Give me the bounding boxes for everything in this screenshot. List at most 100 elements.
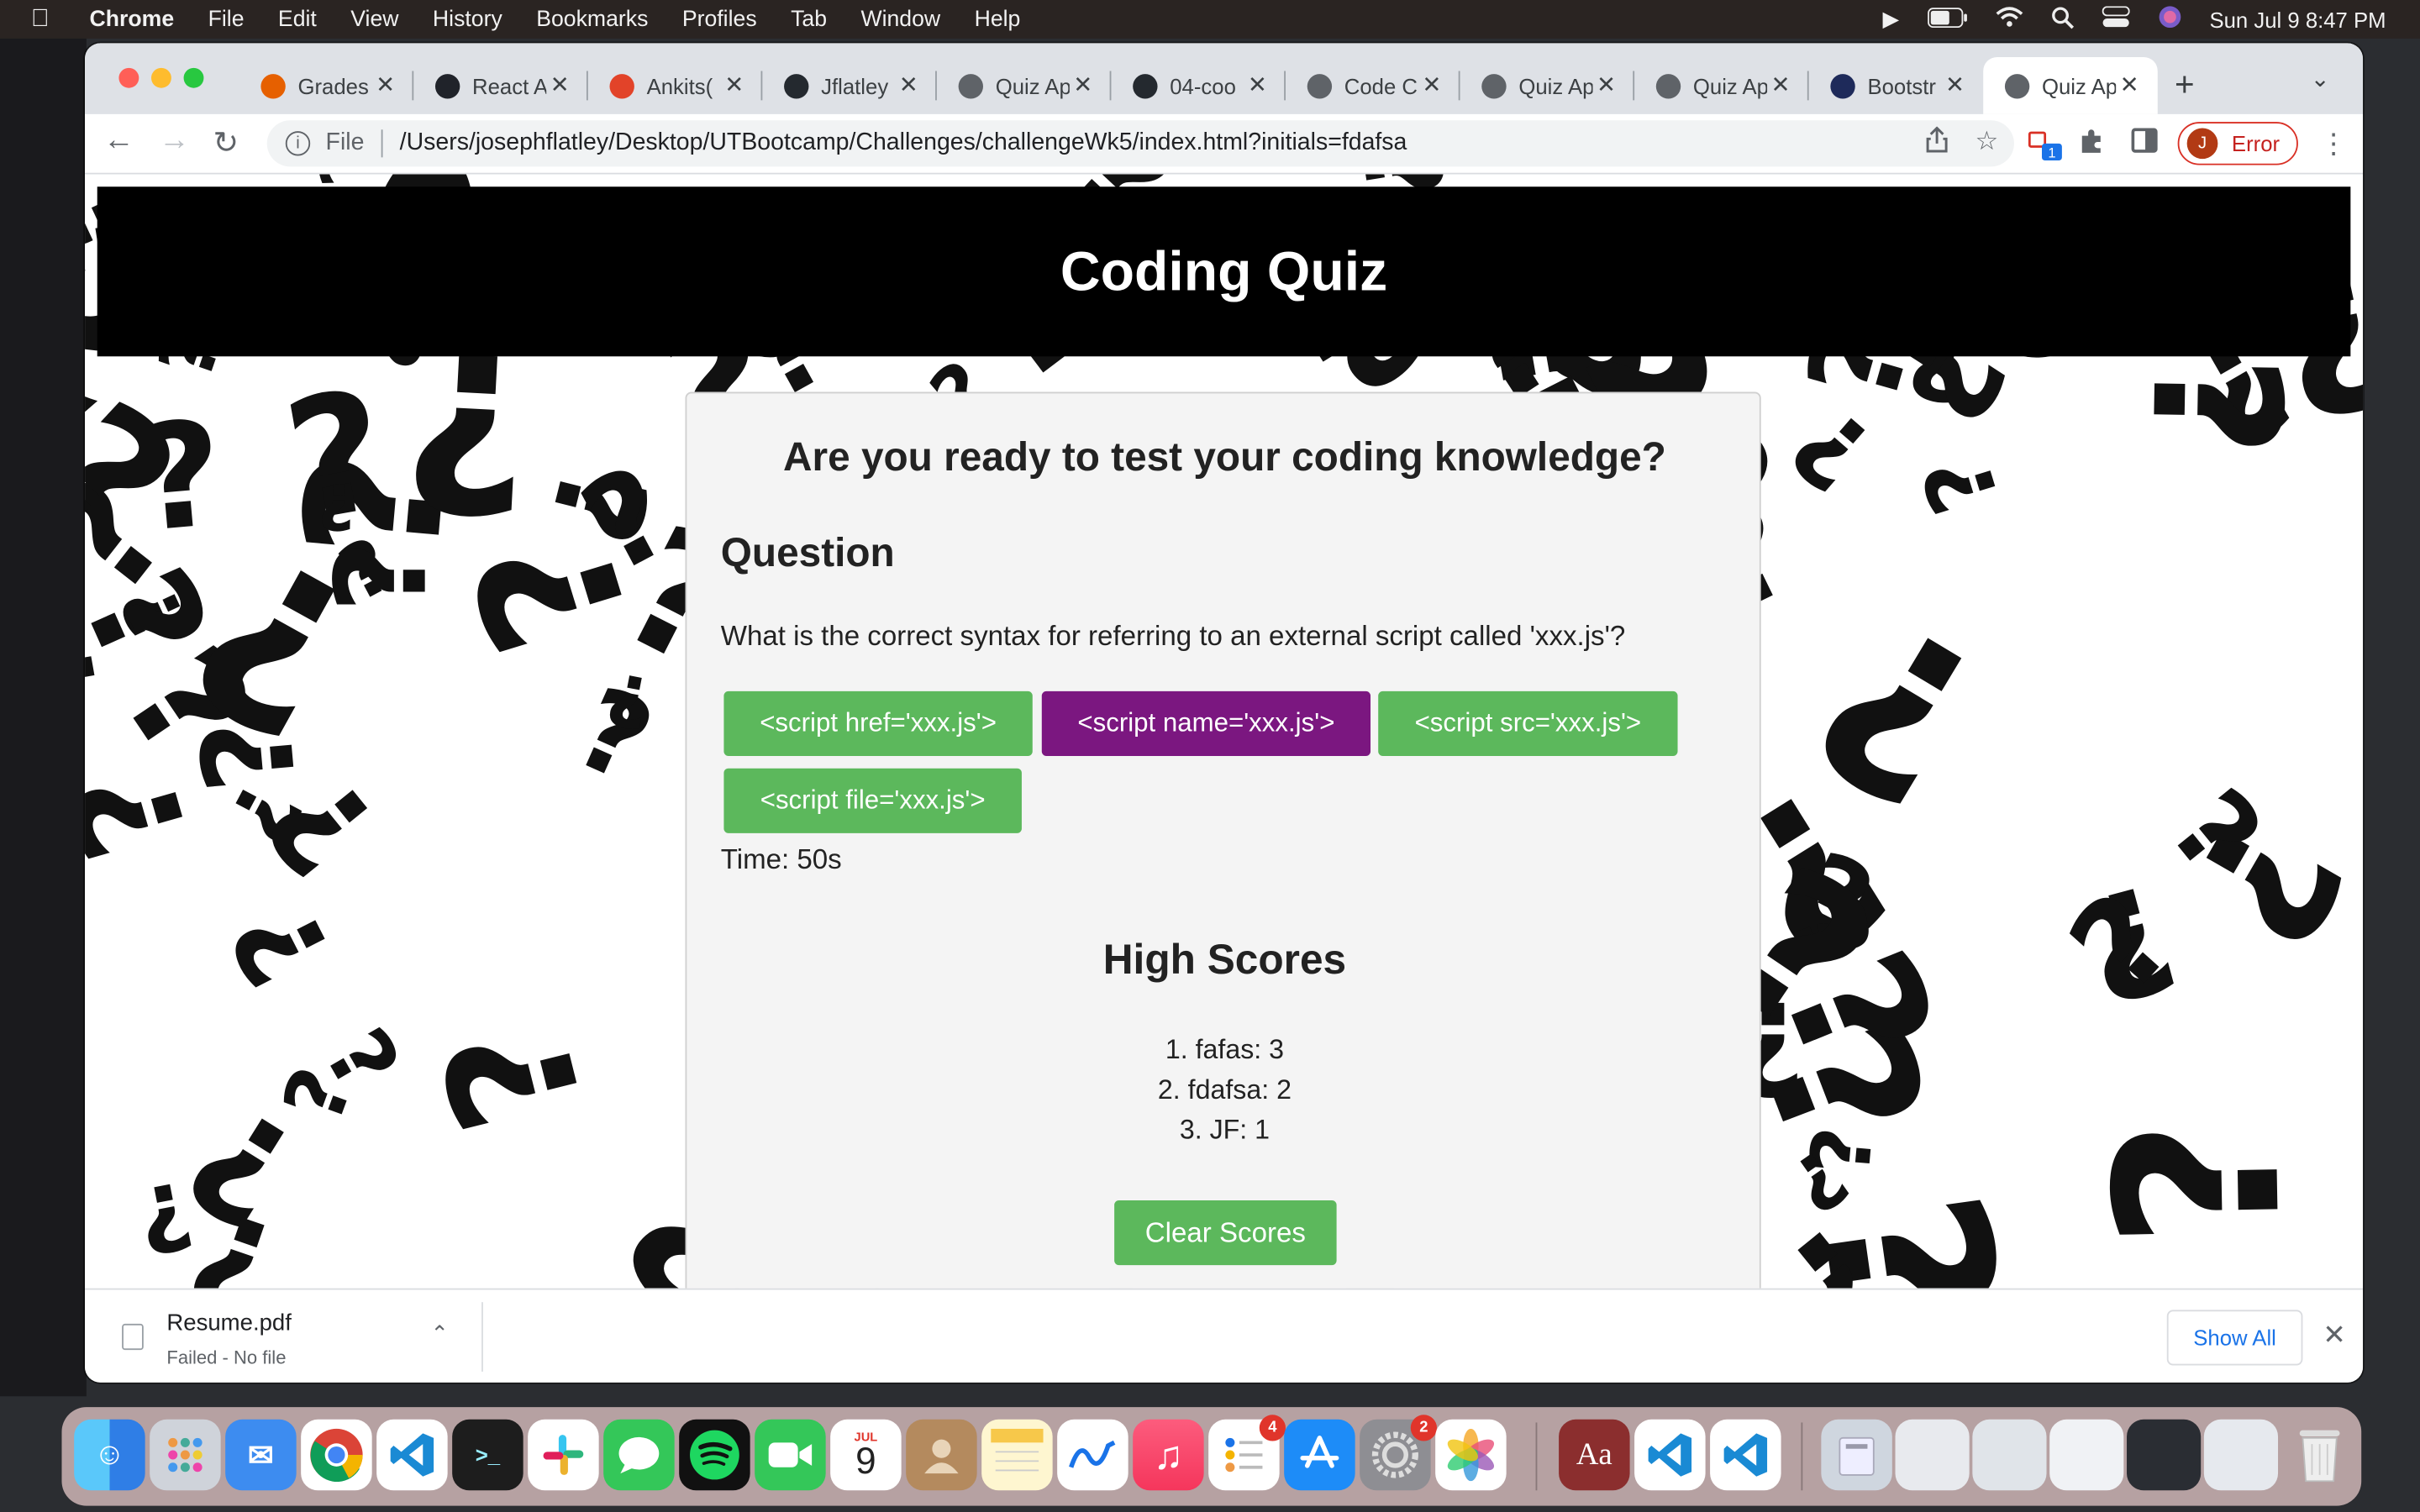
chevron-up-icon[interactable]: ⌃ [430, 1320, 449, 1347]
close-tab-icon[interactable]: ✕ [1597, 71, 1616, 98]
clear-scores-button[interactable]: Clear Scores [1114, 1200, 1337, 1266]
close-tab-icon[interactable]: ✕ [1073, 71, 1092, 98]
browser-tab[interactable]: Jflatley ✕ [762, 57, 937, 114]
contacts-icon[interactable] [906, 1419, 977, 1491]
menu-help[interactable]: Help [975, 7, 1021, 31]
browser-tab[interactable]: Grades ✕ [239, 57, 414, 114]
apple-menu-icon[interactable]:  [31, 5, 62, 33]
control-center-icon[interactable] [2101, 6, 2129, 32]
close-tab-icon[interactable]: ✕ [724, 71, 744, 98]
photos-icon[interactable] [1435, 1419, 1507, 1491]
notes-icon[interactable] [981, 1419, 1053, 1491]
menu-bookmarks[interactable]: Bookmarks [536, 7, 648, 31]
close-tab-icon[interactable]: ✕ [550, 71, 570, 98]
menu-profiles[interactable]: Profiles [682, 7, 757, 31]
reload-icon[interactable]: ↻ [213, 123, 239, 162]
browser-tab[interactable]: Ankits(✕ [588, 57, 763, 114]
answer-button-2[interactable]: <script name='xxx.js'> [1041, 690, 1371, 756]
messages-icon[interactable] [603, 1419, 675, 1491]
spotify-icon[interactable] [679, 1419, 750, 1491]
back-arrow-icon[interactable]: ← [103, 123, 134, 159]
window-thumbnail[interactable] [2127, 1419, 2202, 1491]
menu-app-name[interactable]: Chrome [90, 7, 175, 31]
url-text[interactable]: /Users/josephflatley/Desktop/UTBootcamp/… [400, 129, 1407, 157]
download-shelf: Resume.pdf Failed - No file ⌃ Show All ✕ [85, 1288, 2364, 1383]
vscode-insiders-icon[interactable] [1710, 1419, 1781, 1491]
close-tab-icon[interactable]: ✕ [1771, 71, 1791, 98]
close-icon[interactable]: ✕ [2323, 1319, 2346, 1352]
battery-icon[interactable] [1927, 7, 1967, 31]
tab-label: Quiz Ap [1518, 73, 1593, 98]
close-window-button[interactable] [118, 67, 139, 88]
forward-arrow-icon[interactable]: → [159, 123, 190, 159]
browser-tab[interactable]: Quiz Ap ✕ [1634, 57, 1809, 114]
vscode-icon[interactable] [376, 1419, 448, 1491]
profile-button[interactable]: J Error [2177, 122, 2298, 165]
close-tab-icon[interactable]: ✕ [2120, 71, 2139, 98]
minimize-window-button[interactable] [151, 67, 171, 88]
siri-icon[interactable] [2157, 5, 2181, 34]
freeform-icon[interactable] [1057, 1419, 1128, 1491]
chrome-icon[interactable] [301, 1419, 372, 1491]
window-thumbnail[interactable] [1895, 1419, 1970, 1491]
browser-tab[interactable]: Quiz Ap ✕ [1460, 57, 1635, 114]
menu-view[interactable]: View [350, 7, 398, 31]
menu-history[interactable]: History [433, 7, 502, 31]
zoom-window-button[interactable] [183, 67, 204, 88]
screen-record-icon[interactable]: ▶ [1882, 6, 1899, 32]
window-thumbnail[interactable] [2049, 1419, 2124, 1491]
wifi-icon[interactable] [1995, 6, 2023, 32]
facetime-icon[interactable] [755, 1419, 826, 1491]
downloads-stack-icon[interactable] [1821, 1419, 1892, 1491]
extensions-puzzle-icon[interactable] [2079, 128, 2105, 161]
dictionary-icon[interactable]: Aa [1559, 1419, 1630, 1491]
address-bar[interactable]: i File /Users/josephflatley/Desktop/UTBo… [266, 120, 2014, 167]
new-tab-plus-icon[interactable]: + [2175, 65, 2195, 105]
finder-icon[interactable]: ☺ [74, 1419, 145, 1491]
close-tab-icon[interactable]: ✕ [899, 71, 918, 98]
answer-button-1[interactable]: <script href='xxx.js'> [723, 690, 1033, 756]
spotlight-search-icon[interactable] [2050, 5, 2074, 33]
browser-tab[interactable]: 04-coo ✕ [1111, 57, 1286, 114]
question-mark-decoration: ? [405, 1004, 624, 1150]
vscode-icon[interactable] [1634, 1419, 1706, 1491]
close-tab-icon[interactable]: ✕ [1248, 71, 1267, 98]
launchpad-icon[interactable] [150, 1419, 221, 1491]
answer-button-3[interactable]: <script src='xxx.js'> [1378, 690, 1678, 756]
tab-search-chevron-icon[interactable]: ⌄ [2311, 65, 2330, 92]
menu-edit[interactable]: Edit [278, 7, 317, 31]
browser-tab[interactable]: Bootstr ✕ [1809, 57, 1984, 114]
site-info-icon[interactable]: i [285, 131, 311, 156]
trash-icon[interactable] [2284, 1420, 2354, 1490]
app-store-icon[interactable] [1284, 1419, 1355, 1491]
window-thumbnail[interactable] [2203, 1419, 2279, 1491]
close-tab-icon[interactable]: ✕ [1422, 71, 1441, 98]
menu-file[interactable]: File [208, 7, 245, 31]
calendar-icon[interactable]: JUL 9 [830, 1419, 902, 1491]
download-file-name[interactable]: Resume.pdf [166, 1310, 292, 1336]
close-tab-icon[interactable]: ✕ [376, 71, 395, 98]
browser-tab[interactable]: Code C ✕ [1286, 57, 1460, 114]
terminal-icon[interactable]: >_ [452, 1419, 523, 1491]
bookmark-star-icon[interactable]: ☆ [1975, 127, 1999, 160]
show-all-button[interactable]: Show All [2166, 1310, 2303, 1366]
share-icon[interactable] [1926, 126, 1948, 160]
music-icon[interactable]: ♫ [1133, 1419, 1204, 1491]
slack-icon[interactable] [528, 1419, 599, 1491]
answer-button-4[interactable]: <script file='xxx.js'> [723, 768, 1022, 833]
menu-tab[interactable]: Tab [791, 7, 827, 31]
reminders-icon[interactable]: 4 [1208, 1415, 1286, 1491]
side-panel-icon[interactable] [2131, 128, 2158, 160]
browser-tab[interactable]: Quiz Ap ✕ [937, 57, 1112, 114]
menu-clock[interactable]: Sun Jul 9 8:47 PM [2209, 7, 2386, 31]
system-settings-icon[interactable]: 2 [1360, 1415, 1437, 1491]
extension-update-icon[interactable]: 1 [2027, 128, 2064, 170]
browser-tab[interactable]: React A ✕ [413, 57, 588, 114]
chrome-menu-kebab-icon[interactable]: ⋮ [2320, 128, 2348, 160]
window-thumbnail[interactable] [1972, 1419, 2047, 1491]
react-icon [434, 73, 460, 98]
menu-window[interactable]: Window [860, 7, 940, 31]
close-tab-icon[interactable]: ✕ [1945, 71, 1965, 98]
browser-tab[interactable]: Quiz Ap ✕ [1983, 56, 2158, 114]
mail-icon[interactable]: ✉ [225, 1419, 297, 1491]
